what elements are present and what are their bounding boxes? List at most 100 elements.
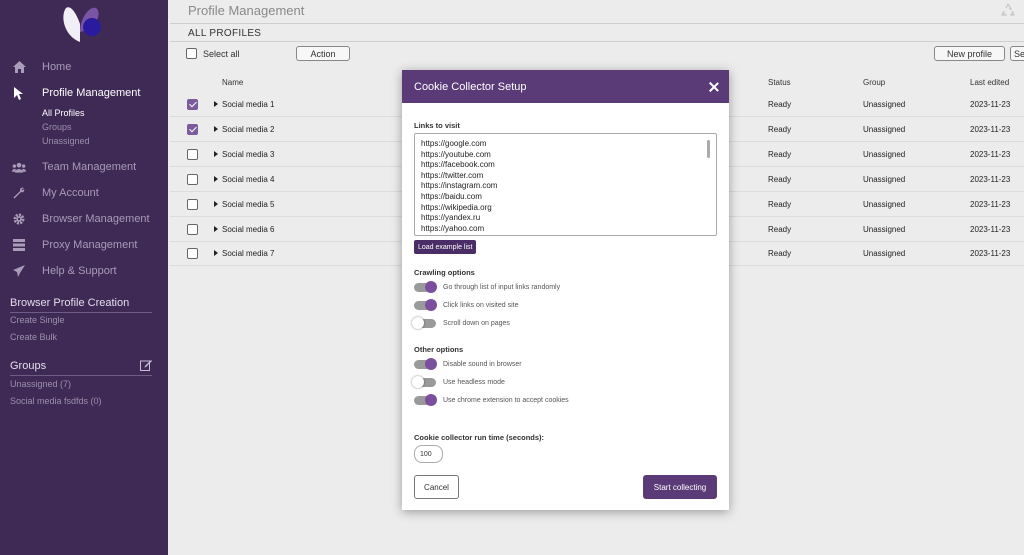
sidebar: Home Profile Management All Profiles Gro…	[0, 0, 168, 555]
sidebar-item-proxy-management[interactable]: Proxy Management	[0, 232, 168, 258]
profile-submenu: All Profiles Groups Unassigned	[0, 106, 168, 148]
link-line: https://wikipedia.org	[421, 202, 492, 212]
link-line: https://baidu.com	[421, 191, 482, 201]
load-example-list-button[interactable]: Load example list	[414, 240, 477, 254]
profile-status: Ready	[768, 249, 792, 258]
profile-name: Social media 5	[222, 200, 275, 209]
profile-group: Unassigned	[863, 125, 906, 134]
expand-caret-icon[interactable]	[214, 201, 218, 207]
column-header-name[interactable]: Name	[222, 78, 243, 87]
subheader-divider	[170, 41, 1024, 42]
toggle-switch[interactable]	[412, 317, 436, 329]
toggle-label: Click links on visited site	[443, 302, 519, 309]
header-divider	[170, 23, 1024, 24]
sidebar-item-team-management[interactable]: Team Management	[0, 154, 168, 180]
toggle-chrome-extension[interactable]: Use chrome extension to accept cookies	[414, 394, 569, 406]
create-single-link[interactable]: Create Single	[10, 315, 65, 325]
dialog-header: Cookie Collector Setup	[402, 70, 729, 103]
link-line: https://yandex.ru	[421, 213, 481, 223]
sidebar-subitem-all-profiles[interactable]: All Profiles	[42, 106, 168, 120]
row-checkbox[interactable]	[187, 149, 198, 160]
row-checkbox[interactable]	[187, 199, 198, 210]
toggle-label: Use headless mode	[443, 379, 505, 386]
sidebar-item-help-support[interactable]: Help & Support	[0, 258, 168, 284]
runtime-input[interactable]: 100	[414, 445, 443, 463]
sidebar-subitem-groups[interactable]: Groups	[42, 120, 168, 134]
group-social-media-link[interactable]: Social media fsdfds (0)	[10, 396, 102, 406]
toggle-switch[interactable]	[412, 376, 436, 388]
profile-last-edited: 2023-11-23	[970, 125, 1011, 134]
select-all-checkbox[interactable]: Select all	[186, 48, 240, 59]
profile-status: Ready	[768, 200, 792, 209]
toggle-switch[interactable]	[414, 358, 437, 370]
column-header-last-edited[interactable]: Last edited	[970, 78, 1009, 87]
sidebar-subitem-unassigned[interactable]: Unassigned	[42, 134, 168, 148]
expand-caret-icon[interactable]	[214, 126, 218, 132]
create-bulk-link[interactable]: Create Bulk	[10, 332, 57, 342]
recycle-icon[interactable]	[1000, 2, 1016, 18]
profile-status: Ready	[768, 100, 792, 109]
column-header-group[interactable]: Group	[863, 78, 885, 87]
toggle-label: Go through list of input links randomly	[443, 284, 561, 291]
section-subtitle: ALL PROFILES	[188, 28, 262, 39]
row-checkbox[interactable]	[187, 124, 198, 135]
team-icon	[12, 160, 26, 174]
link-line: https://youtube.com	[421, 149, 491, 159]
expand-caret-icon[interactable]	[214, 101, 218, 107]
edit-icon[interactable]	[140, 359, 152, 371]
profile-group: Unassigned	[863, 249, 906, 258]
paper-plane-icon	[12, 264, 26, 278]
links-textarea[interactable]: https://google.com https://youtube.com h…	[414, 133, 717, 236]
profile-group: Unassigned	[863, 175, 906, 184]
toggle-disable-sound[interactable]: Disable sound in browser	[414, 358, 522, 370]
profile-status: Ready	[768, 125, 792, 134]
link-line: https://twitter.com	[421, 170, 484, 180]
profile-last-edited: 2023-11-23	[970, 150, 1011, 159]
row-checkbox[interactable]	[187, 99, 198, 110]
crawling-options-label: Crawling options	[414, 268, 475, 277]
toggle-headless-mode[interactable]: Use headless mode	[412, 376, 505, 388]
profile-last-edited: 2023-11-23	[970, 225, 1011, 234]
expand-caret-icon[interactable]	[214, 226, 218, 232]
expand-caret-icon[interactable]	[214, 151, 218, 157]
profile-group: Unassigned	[863, 100, 906, 109]
sidebar-item-my-account[interactable]: My Account	[0, 180, 168, 206]
close-icon[interactable]	[709, 82, 719, 92]
row-checkbox[interactable]	[187, 174, 198, 185]
dialog-title: Cookie Collector Setup	[414, 80, 527, 93]
profile-status: Ready	[768, 225, 792, 234]
row-checkbox[interactable]	[187, 248, 198, 259]
action-button[interactable]: Action	[296, 46, 350, 61]
toggle-label: Scroll down on pages	[443, 320, 510, 327]
row-checkbox[interactable]	[187, 224, 198, 235]
textarea-scrollbar[interactable]	[707, 140, 710, 158]
cookie-collector-dialog: Cookie Collector Setup Links to visit ht…	[402, 70, 729, 510]
start-collecting-button[interactable]: Start collecting	[643, 475, 717, 499]
toggle-random-links[interactable]: Go through list of input links randomly	[414, 281, 561, 293]
checkbox[interactable]	[186, 48, 197, 59]
sidebar-item-home[interactable]: Home	[0, 54, 168, 80]
column-header-status[interactable]: Status	[768, 78, 791, 87]
toggle-switch[interactable]	[414, 394, 437, 406]
expand-caret-icon[interactable]	[214, 250, 218, 256]
toggle-scroll-down[interactable]: Scroll down on pages	[412, 317, 510, 329]
sidebar-item-profile-management[interactable]: Profile Management	[0, 80, 168, 106]
search-button[interactable]: Se	[1010, 46, 1024, 61]
toggle-click-links[interactable]: Click links on visited site	[414, 299, 519, 311]
profile-name: Social media 4	[222, 175, 275, 184]
sidebar-item-browser-management[interactable]: Browser Management	[0, 206, 168, 232]
runtime-label: Cookie collector run time (seconds):	[414, 433, 545, 442]
profile-status: Ready	[768, 175, 792, 184]
group-unassigned-link[interactable]: Unassigned (7)	[10, 379, 71, 389]
profile-group: Unassigned	[863, 225, 906, 234]
profile-group: Unassigned	[863, 200, 906, 209]
toggle-switch[interactable]	[414, 281, 437, 293]
new-profile-button[interactable]: New profile	[934, 46, 1005, 61]
toggle-switch[interactable]	[414, 299, 437, 311]
link-line: https://facebook.com	[421, 160, 495, 170]
profile-group: Unassigned	[863, 150, 906, 159]
groups-title: Groups	[10, 360, 152, 376]
expand-caret-icon[interactable]	[214, 176, 218, 182]
profile-last-edited: 2023-11-23	[970, 100, 1011, 109]
cancel-button[interactable]: Cancel	[414, 475, 459, 499]
